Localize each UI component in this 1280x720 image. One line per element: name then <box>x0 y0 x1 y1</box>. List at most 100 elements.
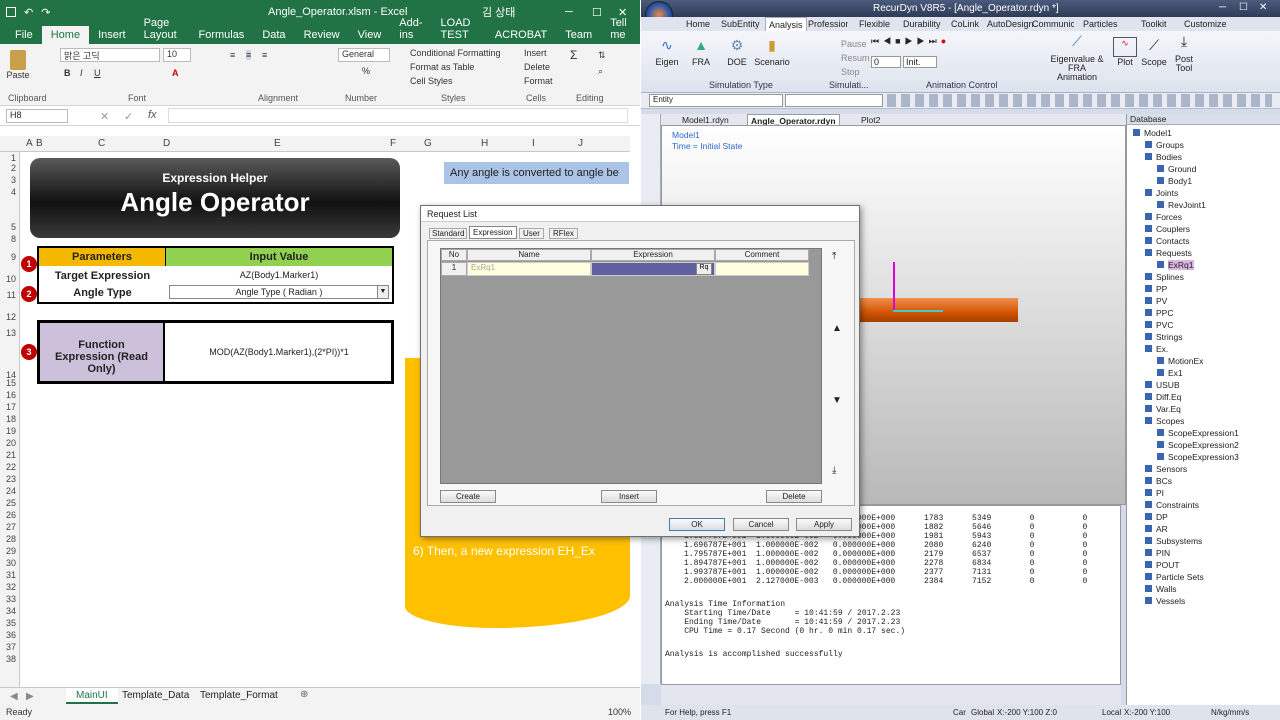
database-tree-item[interactable]: DP <box>1145 512 1168 522</box>
database-tree-item[interactable]: PIN <box>1145 548 1170 558</box>
database-tree-item[interactable]: Ground <box>1157 164 1196 174</box>
number-format-select[interactable]: General <box>338 48 390 62</box>
cancel-button[interactable]: Cancel <box>733 518 789 531</box>
sheet-nav-right-icon[interactable]: ▶ <box>26 691 34 702</box>
maximize-icon[interactable]: ☐ <box>1239 2 1248 13</box>
play-icon[interactable]: ▶ <box>905 36 917 46</box>
tab-review[interactable]: Review <box>295 26 349 44</box>
paste-button[interactable]: Paste <box>6 50 30 80</box>
database-tree-item[interactable]: Groups <box>1145 140 1184 150</box>
rd-tab-communicator[interactable]: Communicator <box>1032 19 1074 29</box>
rd-tab-professional[interactable]: Professional <box>808 19 848 29</box>
align-left-icon[interactable]: ≡ <box>230 50 235 60</box>
doc-tab-plot2[interactable]: Plot2 <box>861 115 880 125</box>
row-header[interactable]: 36 <box>6 630 16 640</box>
row-header[interactable]: 28 <box>6 534 16 544</box>
col-header-f[interactable]: F <box>390 138 396 149</box>
delete-button[interactable]: Delete <box>766 490 822 503</box>
format-as-table-button[interactable]: Format as Table <box>410 62 474 72</box>
conditional-formatting-button[interactable]: Conditional Formatting <box>410 48 501 58</box>
database-tree-item[interactable]: Model1 <box>1133 128 1172 138</box>
font-size-select[interactable]: 10 <box>163 48 191 62</box>
col-header-c[interactable]: C <box>98 138 105 149</box>
find-icon[interactable]: ⌕ <box>598 66 603 77</box>
entity-select[interactable]: Entity <box>649 94 783 107</box>
database-tree-item[interactable]: ScopeExpression2 <box>1157 440 1239 450</box>
database-tree-item[interactable]: Particle Sets <box>1145 572 1204 582</box>
init-select[interactable]: Init. <box>903 56 937 68</box>
delete-cells-button[interactable]: Delete <box>524 62 550 72</box>
database-tree-item[interactable]: Diff.Eq <box>1145 392 1181 402</box>
doc-tab-model1[interactable]: Model1.rdyn <box>682 115 729 125</box>
database-tree-item[interactable]: MotionEx <box>1157 356 1203 366</box>
row-header[interactable]: 4 <box>11 187 16 197</box>
database-tree-item[interactable]: Scopes <box>1145 416 1184 426</box>
tab-home[interactable]: Home <box>41 26 90 44</box>
add-sheet-icon[interactable]: ⊕ <box>300 689 308 700</box>
stop-button[interactable]: Stop <box>841 67 860 77</box>
rd-tab-subentity[interactable]: SubEntity <box>721 19 760 29</box>
database-tree-item[interactable]: PP <box>1145 284 1167 294</box>
format-cells-button[interactable]: Format <box>524 76 553 86</box>
move-bottom-icon[interactable]: ⤓ <box>832 465 836 476</box>
expression-pick-button[interactable]: Rq <box>696 263 712 275</box>
save-icon[interactable] <box>6 7 16 17</box>
grid-row-comment[interactable] <box>715 262 809 276</box>
move-down-icon[interactable]: ▼ <box>832 395 842 406</box>
row-header[interactable]: 26 <box>6 510 16 520</box>
database-tree-item[interactable]: Ex1 <box>1157 368 1183 378</box>
frame-input[interactable]: 0 <box>871 56 901 68</box>
stop-icon[interactable]: ■ <box>895 36 904 46</box>
row-header[interactable]: 16 <box>6 390 16 400</box>
post-tool-button[interactable]: ⤓ Post Tool <box>1171 34 1197 73</box>
tab-data[interactable]: Data <box>253 26 294 44</box>
insert-cells-button[interactable]: Insert <box>524 48 547 58</box>
row-header[interactable]: 37 <box>6 642 16 652</box>
database-tree-item[interactable]: Forces <box>1145 212 1182 222</box>
row-header[interactable]: 38 <box>6 654 16 664</box>
row-header[interactable]: 29 <box>6 546 16 556</box>
row-header[interactable]: 33 <box>6 594 16 604</box>
row-header[interactable]: 23 <box>6 474 16 484</box>
view-toolbar-icons[interactable] <box>887 94 1272 107</box>
database-tree-item[interactable]: Constraints <box>1145 500 1199 510</box>
rd-tab-toolkit[interactable]: Toolkit <box>1141 19 1167 29</box>
row-header[interactable]: 5 <box>11 222 16 232</box>
dialog-tab-standard[interactable]: Standard <box>429 228 468 239</box>
undo-icon[interactable]: ↶ <box>24 6 33 19</box>
database-tree-item[interactable]: Var.Eq <box>1145 404 1181 414</box>
maximize-icon[interactable]: ☐ <box>592 6 602 19</box>
sheet-nav-left-icon[interactable]: ◀ <box>10 691 18 702</box>
col-header-b[interactable]: B <box>36 138 43 149</box>
col-header-j[interactable]: J <box>578 138 583 149</box>
row-header[interactable]: 35 <box>6 618 16 628</box>
row-header[interactable]: 11 <box>7 290 16 300</box>
align-center-icon[interactable]: ≡ <box>246 50 252 60</box>
pause-button[interactable]: Pause <box>841 39 867 49</box>
database-tree-item[interactable]: PV <box>1145 296 1167 306</box>
align-right-icon[interactable]: ≡ <box>262 50 267 60</box>
row-header[interactable]: 19 <box>6 426 16 436</box>
resume-button[interactable]: Resum <box>841 53 870 63</box>
row-header[interactable]: 13 <box>6 328 16 338</box>
col-header-e[interactable]: E <box>274 138 281 149</box>
row-header[interactable]: 18 <box>6 414 16 424</box>
database-tree-item[interactable]: Body1 <box>1157 176 1192 186</box>
database-tree-item[interactable]: Bodies <box>1145 152 1182 162</box>
row-header[interactable]: 3 <box>11 175 16 185</box>
tab-add-ins[interactable]: Add-ins <box>390 14 431 44</box>
database-tree-item[interactable]: Couplers <box>1145 224 1190 234</box>
col-header-h[interactable]: H <box>481 138 488 149</box>
row-header[interactable]: 21 <box>6 450 16 460</box>
request-grid[interactable]: No Name Expression Comment 1 ExRq1 Rq <box>440 248 822 484</box>
database-tree-item[interactable]: Walls <box>1145 584 1176 594</box>
database-tree-item[interactable]: Subsystems <box>1145 536 1202 546</box>
prev-frame-icon[interactable]: ◀ <box>883 36 895 46</box>
sheet-tab-mainui[interactable]: MainUI <box>66 688 118 704</box>
formula-input[interactable] <box>168 108 628 123</box>
row-header[interactable]: 20 <box>6 438 16 448</box>
tab-acrobat[interactable]: ACROBAT <box>486 26 556 44</box>
redo-icon[interactable]: ↷ <box>41 6 50 19</box>
angle-type-select[interactable]: Angle Type ( Radian ) ▼ <box>169 285 389 299</box>
zoom-level[interactable]: 100% <box>608 707 631 717</box>
